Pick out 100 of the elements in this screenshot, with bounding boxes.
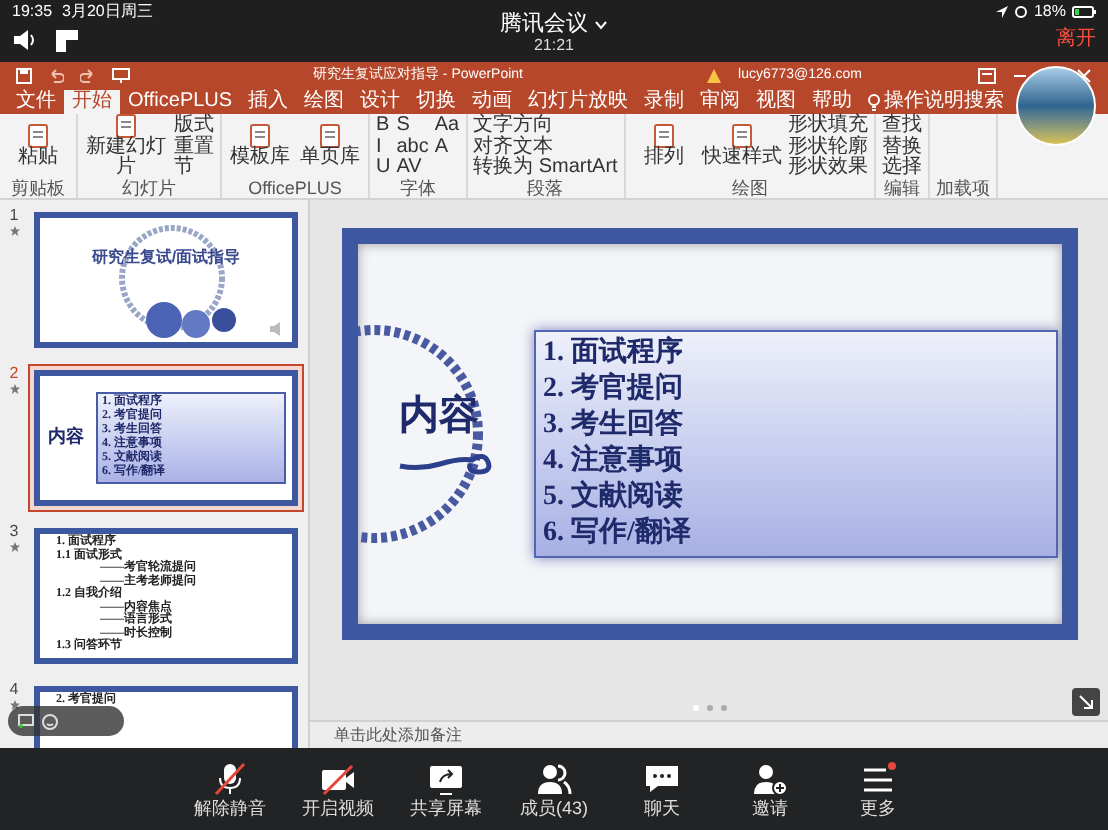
ribbon-tab[interactable]: 绘图 <box>296 90 353 114</box>
list-item: 4. 注意事项 <box>543 444 685 480</box>
camera-off-icon <box>318 760 358 796</box>
cloud-swirl-drawing <box>397 448 493 476</box>
slide-thumbnail[interactable]: 研究生复试/面试指导 <box>28 206 304 354</box>
ribbon-tab[interactable]: 幻灯片放映 <box>520 90 637 114</box>
ribbon-button[interactable]: 对齐文本 <box>473 135 618 157</box>
ribbon-options-icon[interactable] <box>978 68 996 84</box>
ribbon-button[interactable]: 选择 <box>881 156 922 179</box>
toolbar-button[interactable]: 共享屏幕 <box>406 760 486 818</box>
group-label: 剪贴板 <box>9 178 67 198</box>
ribbon-button[interactable]: 单页库 <box>298 124 362 168</box>
ribbon-button[interactable]: AV <box>396 156 429 179</box>
group-label: 字体 <box>397 178 438 198</box>
ribbon-button[interactable]: 查找 <box>881 113 922 136</box>
slide-title: 内容 <box>48 424 84 451</box>
ribbon-button[interactable]: 形状效果 <box>787 156 868 179</box>
list-item: 5. 文献阅读 <box>543 480 685 516</box>
menu-icon <box>858 760 898 796</box>
list-item: 6. 写作/翻译 <box>543 516 693 552</box>
document-icon <box>651 124 676 148</box>
group-label: OfficePLUS <box>246 178 344 198</box>
ribbon-button[interactable]: 快速样式 <box>701 124 782 168</box>
document-icon <box>26 124 50 148</box>
leave-button[interactable]: 离开 <box>1056 28 1096 52</box>
smiley-icon[interactable] <box>42 713 58 729</box>
ribbon-button[interactable]: 转换为 SmartArt <box>473 156 618 179</box>
speaker-icon <box>270 322 286 336</box>
meeting-duration: 21:21 <box>533 36 575 56</box>
slide-title: 内容 <box>399 392 479 440</box>
ribbon-tab[interactable]: 帮助 <box>804 90 861 114</box>
search-field[interactable]: 操作说明搜索 <box>884 90 1005 114</box>
clock-time: 19:35 <box>12 2 53 22</box>
slide-number: 3 <box>9 522 19 540</box>
ribbon-button[interactable]: I <box>376 135 391 157</box>
ribbon-button[interactable]: 排列 <box>631 124 696 168</box>
toolbar-button[interactable]: 解除静音 <box>190 760 270 818</box>
document-icon <box>729 124 754 148</box>
ribbon-button[interactable]: 形状轮廓 <box>787 135 868 157</box>
arrow-icon <box>1078 694 1094 710</box>
toolbar-button[interactable]: 邀请 <box>730 760 810 818</box>
screen-share-icon <box>426 760 466 796</box>
star-icon <box>9 384 19 394</box>
ribbon-button[interactable]: 文字方向 <box>473 113 618 136</box>
location-icon <box>995 6 1008 18</box>
toolbar-button[interactable]: 开启视频 <box>298 760 378 818</box>
chevron-down-icon[interactable] <box>594 19 608 29</box>
list-item: 2. 考官提问 <box>543 372 685 408</box>
ribbon-tab[interactable]: 录制 <box>636 90 693 114</box>
screen-icon[interactable] <box>18 714 34 728</box>
redo-icon[interactable] <box>80 68 96 84</box>
ribbon-tab[interactable]: 切换 <box>408 90 465 114</box>
ribbon-tab[interactable]: 开始 <box>64 90 120 114</box>
slide-number: 2 <box>9 364 19 382</box>
document-icon <box>248 124 272 148</box>
ribbon-button[interactable]: Aa <box>434 113 460 136</box>
group-label: 绘图 <box>729 178 770 198</box>
meeting-title: 腾讯会议 <box>500 12 588 36</box>
ribbon-button[interactable]: S <box>396 113 429 136</box>
ribbon-button[interactable]: 粘贴 <box>6 124 70 168</box>
layout-icon[interactable] <box>56 29 78 51</box>
battery-icon <box>1072 6 1096 18</box>
notes-placeholder[interactable]: 单击此处添加备注 <box>334 725 462 745</box>
list-item: 1. 面试程序 <box>543 336 685 371</box>
ribbon-tab[interactable]: OfficePLUS <box>120 90 241 114</box>
star-icon <box>9 542 19 552</box>
ribbon-tab[interactable]: 审阅 <box>692 90 749 114</box>
ribbon-button[interactable]: 节 <box>174 156 214 179</box>
ribbon-button[interactable]: 版式 <box>174 113 214 136</box>
ribbon-button[interactable]: 新建幻灯片 <box>84 114 168 178</box>
save-icon[interactable] <box>16 68 32 84</box>
ribbon-tab[interactable]: 插入 <box>240 90 297 114</box>
ribbon-button[interactable]: A <box>434 135 460 157</box>
ribbon-button[interactable]: 模板库 <box>228 124 292 168</box>
add-person-icon <box>750 760 790 796</box>
ribbon-button[interactable]: 形状填充 <box>787 113 868 136</box>
group-label: 加载项 <box>935 178 990 198</box>
slideshow-icon[interactable] <box>112 68 130 84</box>
ribbon-tab[interactable]: 视图 <box>748 90 805 114</box>
ribbon-button[interactable]: abc <box>396 135 429 157</box>
ribbon-button[interactable]: 替换 <box>881 135 922 157</box>
document-icon <box>318 124 342 148</box>
people-icon <box>534 760 574 796</box>
ribbon-button[interactable]: B <box>376 113 391 136</box>
ribbon-button[interactable]: 重置 <box>174 135 214 157</box>
ribbon-button[interactable]: U <box>376 156 391 179</box>
toolbar-button[interactable]: 更多 <box>838 760 918 818</box>
ribbon-tab[interactable]: 动画 <box>464 90 521 114</box>
toolbar-button[interactable]: 聊天 <box>622 760 702 818</box>
speaker-icon[interactable] <box>12 28 36 52</box>
slide-title: 研究生复试/面试指导 <box>89 248 243 268</box>
slide-number: 4 <box>9 680 19 698</box>
chat-bubble-icon <box>642 760 682 796</box>
undo-icon[interactable] <box>48 68 64 84</box>
ribbon-tab[interactable]: 设计 <box>352 90 409 114</box>
toolbar-button[interactable]: 成员(43) <box>514 760 594 818</box>
microphone-muted-icon <box>210 760 250 796</box>
expand-button[interactable] <box>1072 688 1100 716</box>
ribbon-tab[interactable]: 文件 <box>8 90 64 114</box>
pagination-dots-icon <box>691 704 727 712</box>
